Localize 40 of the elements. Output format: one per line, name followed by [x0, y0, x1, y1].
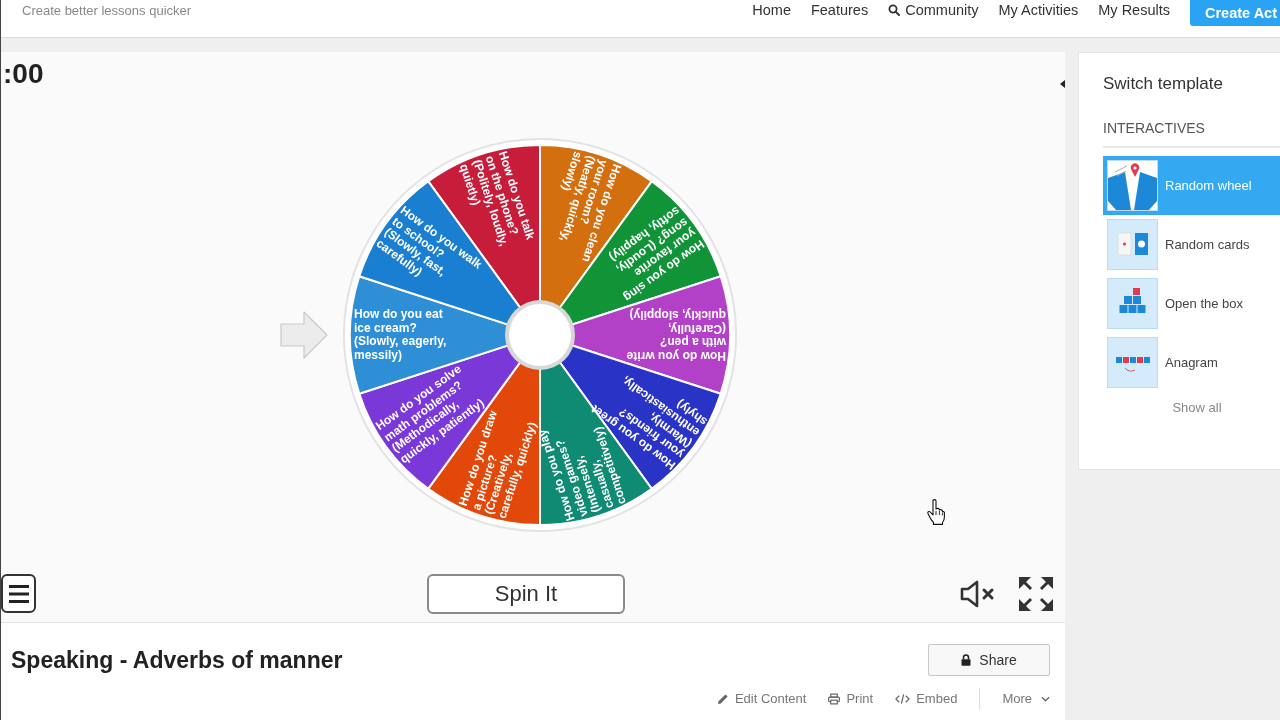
- letter-tiles-icon: [1107, 337, 1158, 388]
- caret-icon[interactable]: [1060, 80, 1065, 88]
- wheel-hub: [505, 300, 575, 370]
- activity-title: Speaking - Adverbs of manner: [11, 646, 343, 675]
- menu-button[interactable]: [1, 574, 36, 613]
- wheel-pin-icon: [1107, 160, 1158, 211]
- template-item[interactable]: Random cards: [1103, 215, 1280, 274]
- nav-link[interactable]: Features: [810, 0, 869, 19]
- nav-link[interactable]: Community: [888, 0, 979, 19]
- menu-icon: [8, 584, 29, 603]
- template-item[interactable]: Anagram: [1103, 333, 1280, 392]
- printer-icon: [828, 693, 841, 705]
- segment-label: How do you write with a pen? (Carefully, quickly, sloppily): [625, 308, 726, 362]
- pencil-icon: [716, 693, 729, 705]
- chevron-down-icon: [1041, 696, 1050, 702]
- segment-label: How do you eat ice cream? (Slowly, eagerly, messily): [354, 308, 448, 362]
- stacked-boxes-icon: [1107, 278, 1158, 329]
- pointer-arrow-icon: [280, 311, 328, 359]
- show-all-link[interactable]: Show all: [1172, 398, 1222, 418]
- nav-link[interactable]: Home: [752, 0, 791, 19]
- fullscreen-icon[interactable]: [1018, 575, 1054, 612]
- share-button[interactable]: Share: [928, 644, 1050, 676]
- nav-link[interactable]: My Activities: [998, 0, 1079, 19]
- action-link[interactable]: Print: [828, 690, 874, 708]
- action-link[interactable]: Embed: [895, 690, 958, 708]
- sidebar-title: Switch template: [1103, 74, 1224, 94]
- hand-cursor-icon: [927, 499, 945, 525]
- muted-speaker-icon[interactable]: [960, 578, 996, 609]
- code-icon: [895, 693, 911, 705]
- nav-link[interactable]: My Results: [1098, 0, 1170, 19]
- template-item[interactable]: Open the box: [1103, 274, 1280, 333]
- action-link[interactable]: Edit Content: [716, 690, 807, 708]
- action-link[interactable]: More: [1002, 690, 1050, 708]
- section-heading: INTERACTIVES: [1103, 119, 1206, 138]
- spin-button[interactable]: Spin It: [427, 573, 625, 614]
- lock-icon: [961, 654, 972, 666]
- cards-icon: [1107, 219, 1158, 270]
- timer: :00: [2, 58, 44, 90]
- search-icon: [888, 4, 901, 16]
- tagline: Create better lessons quicker: [21, 2, 192, 18]
